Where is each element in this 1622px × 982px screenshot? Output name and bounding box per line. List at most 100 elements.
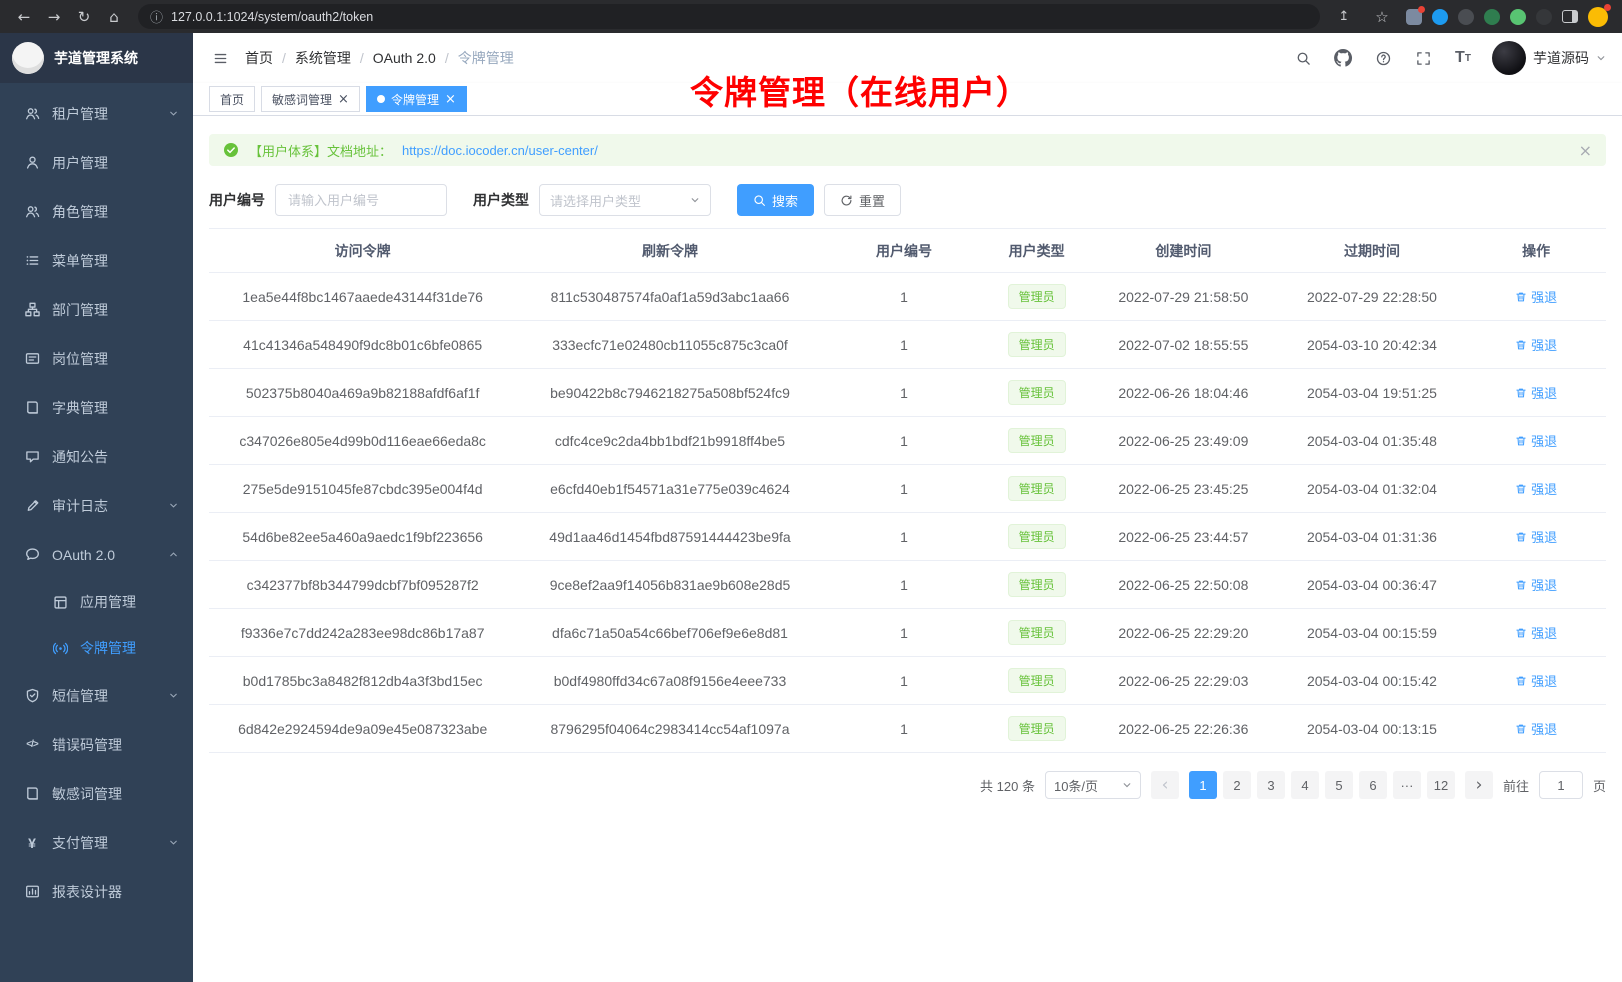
chevron-up-icon: [168, 549, 179, 560]
chevron-down-icon: [168, 108, 179, 119]
forward-icon[interactable]: →: [40, 3, 68, 31]
user-type-badge: 管理员: [1008, 428, 1066, 453]
sidebar-item-report-designer[interactable]: 报表设计器: [0, 867, 193, 916]
extension-icon-5[interactable]: [1510, 9, 1526, 25]
prev-page-button[interactable]: ‹: [1151, 771, 1179, 799]
force-logout-button[interactable]: 强退: [1515, 527, 1557, 546]
force-logout-button[interactable]: 强退: [1515, 287, 1557, 306]
extension-icon-2[interactable]: [1432, 9, 1448, 25]
trash-icon: [1515, 339, 1527, 351]
tab-close-icon[interactable]: ×: [445, 93, 456, 106]
extension-icon-6[interactable]: [1536, 9, 1552, 25]
user-menu[interactable]: 芋道源码: [1492, 41, 1606, 75]
force-logout-button[interactable]: 强退: [1515, 335, 1557, 354]
page-button-4[interactable]: 4: [1291, 771, 1319, 799]
sidebar-subitem-oauth2-app[interactable]: 应用管理: [0, 579, 193, 625]
breadcrumb-item[interactable]: 系统管理: [295, 48, 351, 68]
breadcrumb-separator: /: [282, 50, 286, 66]
tab-item[interactable]: 令牌管理×: [366, 86, 467, 112]
breadcrumb-item[interactable]: OAuth 2.0: [373, 50, 436, 66]
fullscreen-icon[interactable]: [1412, 47, 1434, 69]
alert-link[interactable]: https://doc.iocoder.cn/user-center/: [402, 143, 598, 158]
page-button-6[interactable]: 6: [1359, 771, 1387, 799]
tab-close-icon[interactable]: ×: [338, 93, 349, 106]
bookmark-star-icon[interactable]: ☆: [1368, 3, 1396, 31]
search-button[interactable]: 搜索: [737, 184, 814, 216]
sidebar-item-label: 菜单管理: [52, 251, 108, 271]
user-type-cell: 管理员: [984, 465, 1089, 513]
github-icon[interactable]: [1332, 47, 1354, 69]
sidebar-item-role[interactable]: 角色管理: [0, 187, 193, 236]
sidebar-item-tenant[interactable]: 租户管理: [0, 89, 193, 138]
force-logout-button[interactable]: 强退: [1515, 479, 1557, 498]
user-type-badge: 管理员: [1008, 380, 1066, 405]
sidebar-item-sms[interactable]: 短信管理: [0, 671, 193, 720]
column-header: 访问令牌: [209, 229, 516, 273]
browser-profile-avatar[interactable]: [1588, 7, 1608, 27]
user-id-input[interactable]: [275, 184, 447, 216]
reset-button[interactable]: 重置: [824, 184, 901, 216]
extension-icon-4[interactable]: [1484, 9, 1500, 25]
tab-item[interactable]: 敏感词管理×: [261, 86, 360, 112]
person-icon: [24, 155, 40, 170]
user-type-cell: 管理员: [984, 561, 1089, 609]
goto-page-input[interactable]: [1539, 771, 1583, 799]
user-type-select[interactable]: 请选择用户类型: [539, 184, 711, 216]
page-size-select[interactable]: 10条/页: [1045, 771, 1141, 799]
created-time-cell: 2022-06-25 22:29:03: [1089, 657, 1278, 705]
list-icon: [24, 253, 40, 268]
refresh-token-cell: 49d1aa46d1454fbd87591444423be9fa: [516, 513, 823, 561]
sidebar-item-user[interactable]: 用户管理: [0, 138, 193, 187]
share-icon[interactable]: ↥: [1330, 3, 1358, 31]
sidebar-item-label: 应用管理: [80, 592, 136, 612]
created-time-cell: 2022-06-25 23:45:25: [1089, 465, 1278, 513]
sidebar-menu: 租户管理用户管理角色管理菜单管理部门管理岗位管理字典管理通知公告审计日志OAut…: [0, 83, 193, 982]
breadcrumb-item[interactable]: 首页: [245, 48, 273, 68]
user-id-cell: 1: [824, 321, 985, 369]
sidebar-item-error-code[interactable]: </>错误码管理: [0, 720, 193, 769]
sidebar-toggle-icon[interactable]: [209, 47, 231, 69]
sidebar-item-audit-log[interactable]: 审计日志: [0, 481, 193, 530]
docs-icon[interactable]: [1372, 47, 1394, 69]
site-info-icon[interactable]: ⓘ: [150, 7, 163, 26]
sidebar-item-menu[interactable]: 菜单管理: [0, 236, 193, 285]
extension-icon-1[interactable]: [1406, 9, 1422, 25]
back-icon[interactable]: ←: [10, 3, 38, 31]
address-bar[interactable]: ⓘ 127.0.0.1:1024/system/oauth2/token: [138, 4, 1320, 29]
sidebar-item-oauth2[interactable]: OAuth 2.0: [0, 530, 193, 579]
refresh-token-cell: e6cfd40eb1f54571a31e775e039c4624: [516, 465, 823, 513]
sidebar-item-sensitive-word[interactable]: 敏感词管理: [0, 769, 193, 818]
sidebar-item-pay[interactable]: ¥支付管理: [0, 818, 193, 867]
page-button-1[interactable]: 1: [1189, 771, 1217, 799]
page-button-2[interactable]: 2: [1223, 771, 1251, 799]
extension-icon-3[interactable]: [1458, 9, 1474, 25]
force-logout-button[interactable]: 强退: [1515, 431, 1557, 450]
alert-close-icon[interactable]: ×: [1579, 141, 1592, 160]
column-header: 用户类型: [984, 229, 1089, 273]
force-logout-button[interactable]: 强退: [1515, 383, 1557, 402]
sidebar-item-notice[interactable]: 通知公告: [0, 432, 193, 481]
pagination: 共 120 条10条/页‹123456···12›前往页: [209, 771, 1606, 799]
page-ellipsis-icon[interactable]: ···: [1393, 771, 1421, 799]
force-logout-button[interactable]: 强退: [1515, 671, 1557, 690]
page-button-3[interactable]: 3: [1257, 771, 1285, 799]
sidebar-item-dict[interactable]: 字典管理: [0, 383, 193, 432]
page-button-12[interactable]: 12: [1427, 771, 1455, 799]
home-icon[interactable]: ⌂: [100, 3, 128, 31]
page-button-5[interactable]: 5: [1325, 771, 1353, 799]
sidebar-item-label: 字典管理: [52, 398, 108, 418]
sidebar-item-label: 敏感词管理: [52, 784, 122, 804]
search-icon[interactable]: [1292, 47, 1314, 69]
next-page-button[interactable]: ›: [1465, 771, 1493, 799]
reload-icon[interactable]: ↻: [70, 3, 98, 31]
tab-item[interactable]: 首页: [209, 86, 255, 112]
sidebar-subitem-oauth2-token[interactable]: 令牌管理: [0, 625, 193, 671]
expire-time-cell: 2054-03-04 01:35:48: [1278, 417, 1467, 465]
font-size-icon[interactable]: TT: [1452, 47, 1474, 69]
sidebar-item-dept[interactable]: 部门管理: [0, 285, 193, 334]
sidebar-item-post[interactable]: 岗位管理: [0, 334, 193, 383]
force-logout-button[interactable]: 强退: [1515, 575, 1557, 594]
force-logout-button[interactable]: 强退: [1515, 623, 1557, 642]
force-logout-button[interactable]: 强退: [1515, 719, 1557, 738]
split-view-icon[interactable]: [1562, 10, 1578, 23]
